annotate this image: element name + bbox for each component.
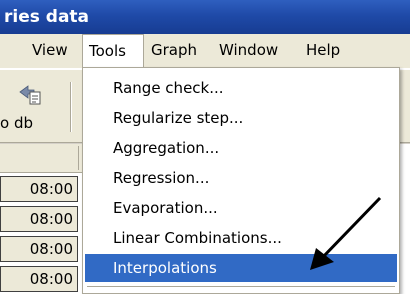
menu-bar: View Tools Graph Window Help — [0, 34, 410, 69]
time-cell[interactable]: 08:00 — [0, 236, 78, 262]
menu-item-aggregation[interactable]: Aggregation... — [85, 134, 397, 162]
menu-separator — [87, 286, 395, 287]
menu-item-range-check[interactable]: Range check... — [85, 74, 397, 102]
to-db-button[interactable]: o db — [0, 70, 66, 140]
menu-item-regression[interactable]: Regression... — [85, 164, 397, 192]
menu-graph[interactable]: Graph — [145, 34, 203, 67]
menu-view[interactable]: View — [26, 34, 74, 67]
time-cell[interactable]: 08:00 — [0, 206, 78, 232]
menu-item-regularize-step[interactable]: Regularize step... — [85, 104, 397, 132]
toolbar-separator — [70, 82, 72, 132]
menu-help[interactable]: Help — [300, 34, 346, 67]
time-cell[interactable]: 08:00 — [0, 176, 78, 202]
column-divider — [78, 146, 79, 170]
database-icon — [19, 85, 41, 105]
window-title: ries data — [4, 7, 90, 27]
time-cell[interactable]: 08:00 — [0, 266, 78, 292]
to-db-label: o db — [0, 114, 33, 132]
menu-tools[interactable]: Tools — [82, 34, 144, 67]
pointer-arrow-icon — [310, 196, 382, 270]
menu-window[interactable]: Window — [213, 34, 284, 67]
window-title-bar: ries data — [0, 0, 410, 34]
